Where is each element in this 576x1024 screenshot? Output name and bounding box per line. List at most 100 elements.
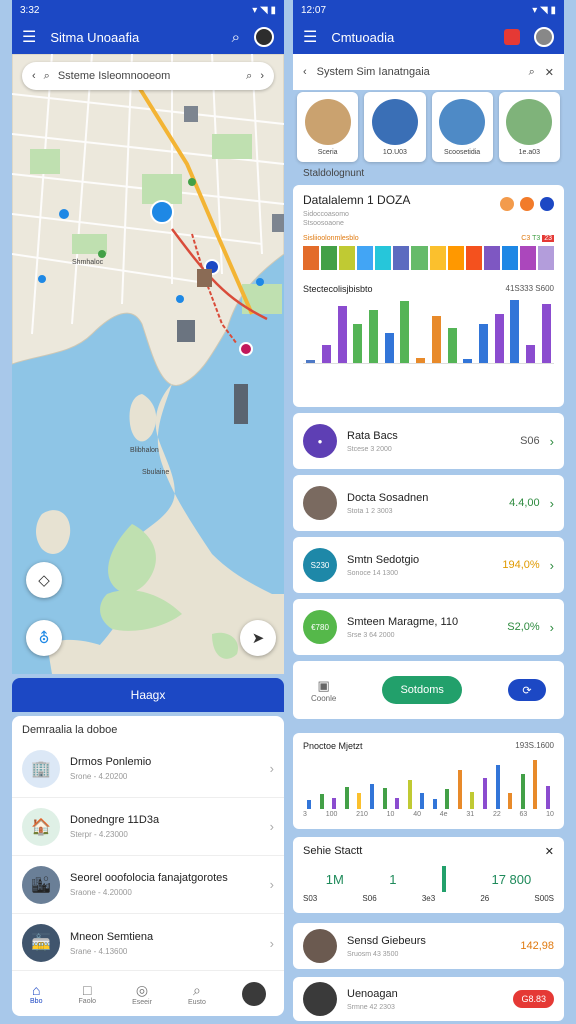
chart-bar — [470, 792, 475, 809]
map-search-bar[interactable]: ‹ ⌕ Ssteme Isleomnooeom ⌕ › — [22, 62, 274, 90]
chart-title: Pnoctoe Mjetzt — [303, 741, 363, 751]
map-label: Shmhaloc — [72, 259, 104, 266]
close-icon[interactable]: ✕ — [545, 845, 554, 858]
category-tile[interactable]: 1O.U03 — [364, 92, 426, 162]
map-label: Blibhalon — [130, 447, 159, 454]
places-list-card: Demraalia la doboe 🏢 Drmos Ponlemio Srone… — [12, 716, 284, 1016]
activity-chart-card: Pnoctoe Mjetzt 193S.1600 3 100 210 10 40 4e 31… — [293, 733, 564, 829]
search-icon[interactable]: ⌕ — [246, 70, 252, 83]
menu-icon[interactable]: ☰ — [22, 27, 36, 47]
item-thumbnail — [303, 486, 337, 520]
nav-item-home[interactable]: ⌂ Bbo — [30, 982, 42, 1005]
gallery-button[interactable]: ▣ Coonle — [311, 678, 336, 703]
chevron-right-icon[interactable]: › — [260, 70, 264, 82]
app-title: Sitma Unoaafia — [50, 29, 140, 45]
strip-segment — [303, 246, 320, 270]
list-item[interactable]: S230 Smtn Sedotgio Sonoce 14 1300 194,0% … — [293, 537, 564, 593]
tile-image — [304, 98, 351, 145]
list-item[interactable]: 🏢 Drmos Ponlemio Srone - 4.20200 › — [12, 740, 284, 798]
close-icon[interactable]: ✕ — [545, 66, 554, 79]
bookmark-icon[interactable] — [540, 197, 554, 211]
strip-segment — [501, 246, 518, 270]
chart-bar — [432, 799, 437, 809]
house-icon: 🏠 — [31, 818, 51, 836]
list-item[interactable]: 🚋 Mneon Semtiena Srane - 4.13600 › — [12, 914, 284, 972]
search-icon[interactable]: ⌕ — [232, 29, 240, 46]
category-tile[interactable]: 1e.a03 — [498, 92, 560, 162]
locate-button[interactable]: ➤ — [240, 620, 276, 656]
chevron-right-icon: › — [549, 433, 554, 449]
sync-button[interactable]: ⟳ — [508, 679, 546, 701]
chevron-right-icon: › — [269, 935, 274, 951]
layers-button[interactable]: ◇ — [26, 562, 62, 598]
category-tile[interactable]: Sceria — [297, 92, 359, 162]
chart-bar — [416, 358, 426, 363]
list-header: Demraalia la doboe — [22, 724, 118, 736]
back-icon[interactable]: ‹ — [303, 66, 307, 78]
list-item[interactable]: Docta Sosadnen Stota 1 2 3003 4.4,00 › — [293, 475, 564, 531]
sync-icon: ⟳ — [522, 684, 532, 697]
transit-button[interactable]: ⛢ — [26, 620, 62, 656]
notification-icon[interactable] — [504, 29, 520, 45]
detail-search-text[interactable]: System Sim Ianatngaia — [317, 66, 519, 78]
summary-card: Datalalemn 1 DOZA Sidoccoasomo Stsoosoao… — [293, 185, 564, 407]
list-item[interactable]: 🏙 Seorel ooofolocia fanajatgorotes Sraone… — [12, 856, 284, 914]
chart-bar — [463, 359, 473, 363]
square-icon: □ — [83, 982, 92, 998]
item-value: 194,0% — [502, 559, 540, 571]
summary-subtitle: Stsoosoaone — [303, 220, 344, 227]
place-title: Donedngre 11D3a — [70, 814, 160, 826]
item-title: Docta Sosadnen — [347, 491, 429, 504]
gallery-icon: ▣ — [317, 677, 330, 693]
start-marker — [442, 866, 446, 892]
chevron-right-icon: › — [269, 877, 274, 892]
place-subtitle: Sterpr - 4.23000 — [70, 830, 128, 839]
primary-action-button[interactable]: Sotdoms — [382, 676, 462, 704]
nav-item-saved[interactable]: □ Faolo — [79, 982, 97, 1005]
item-value: 142,98 — [520, 940, 554, 952]
start-sub: S00S — [534, 894, 554, 903]
map-view[interactable]: Shmhaloc Blibhalon Sbulaine ‹ ⌕ Ssteme I… — [12, 54, 284, 674]
status-icons: ▾ ◥ ▮ — [532, 4, 556, 16]
list-item[interactable]: Sensd Giebeurs Sruosm 43 3500 142,98 — [293, 923, 564, 969]
transit-icon: ⛢ — [38, 630, 50, 647]
item-subtitle: Sonoce 14 1300 — [347, 569, 398, 577]
item-value-badge[interactable]: G8.83 — [513, 990, 554, 1008]
place-thumbnail: 🏙 — [22, 865, 60, 904]
share-icon[interactable] — [500, 197, 514, 211]
avatar[interactable] — [254, 27, 274, 47]
nav-item-explore[interactable]: ◎ Eseeir — [132, 982, 152, 1006]
nav-item-search[interactable]: ⌕ Eusto — [188, 982, 206, 1006]
back-icon[interactable]: ‹ — [32, 70, 36, 82]
chart-total: 193S.1600 — [515, 741, 554, 750]
map-search-input[interactable]: Ssteme Isleomnooeom — [58, 70, 238, 82]
chart-bar — [457, 770, 462, 809]
list-item[interactable]: Uenoagan Srmne 42 2303 G8.83 — [293, 977, 564, 1021]
location-icon[interactable] — [520, 197, 534, 211]
avatar[interactable] — [534, 27, 554, 47]
strip-label: Sisliioolonmlesblo — [303, 235, 359, 242]
category-tile[interactable]: Scoosetidia — [431, 92, 493, 162]
chart-bar — [344, 787, 349, 809]
start-sub: S06 — [362, 894, 377, 903]
list-item[interactable]: €780 Smteen Maragme, 110 Srse 3 64 2000 S… — [293, 599, 564, 655]
axis-tick-label: 10 — [386, 811, 395, 818]
strip-segment — [375, 246, 392, 270]
list-item[interactable]: ● Rata Bacs Stcese 3 2000 S06 › — [293, 413, 564, 469]
start-sub: 3e3 — [421, 894, 436, 903]
start-value: 17 800 — [491, 871, 532, 887]
strip-segment — [339, 246, 356, 270]
start-sub: 26 — [480, 894, 490, 903]
menu-icon[interactable]: ☰ — [303, 27, 317, 47]
search-icon[interactable]: ⌕ — [529, 66, 535, 79]
list-item[interactable]: 🏠 Donedngre 11D3a Sterpr - 4.23000 › — [12, 798, 284, 856]
ready-button[interactable]: Haagx — [12, 678, 284, 712]
profile-avatar[interactable] — [241, 981, 266, 1006]
city-icon: 🏙 — [30, 876, 52, 894]
detail-search-bar[interactable]: ‹ System Sim Ianatngaia ⌕ ✕ — [293, 54, 564, 90]
category-tiles: Sceria 1O.U03 Scoosetidia 1e.a03 — [293, 92, 564, 162]
item-title: Uenoagan — [347, 987, 398, 1000]
chart-bar — [319, 794, 324, 809]
strip-segment — [411, 246, 428, 270]
item-subtitle: Stota 1 2 3003 — [347, 507, 393, 515]
